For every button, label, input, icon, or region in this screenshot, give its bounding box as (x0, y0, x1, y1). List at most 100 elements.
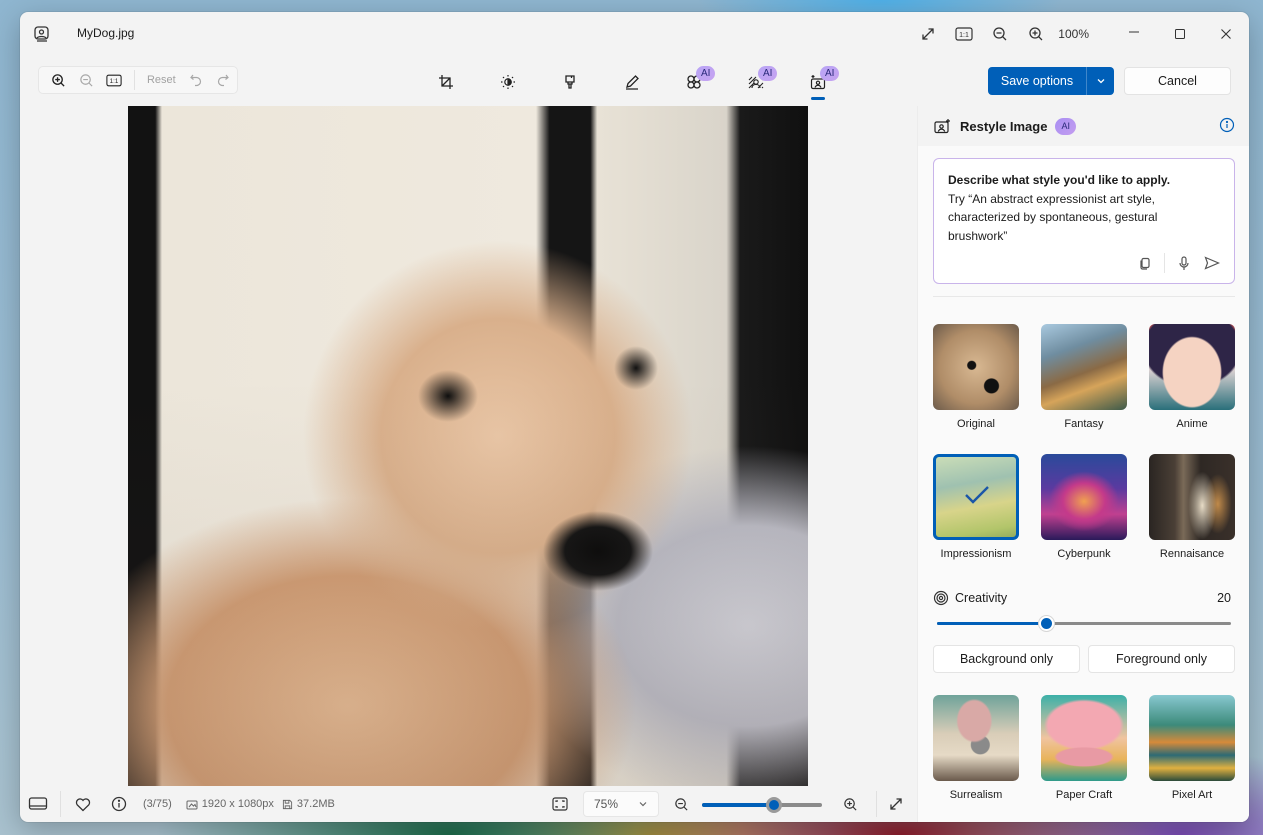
style-option-paper-craft[interactable]: Paper Craft (1041, 695, 1127, 803)
style-label: Cyberpunk (1057, 548, 1111, 560)
tool-generative-erase[interactable]: AI (663, 64, 725, 100)
status-zoom-out-button[interactable] (663, 786, 699, 822)
dimensions-icon (186, 800, 198, 810)
foreground-only-button[interactable]: Foreground only (1088, 645, 1235, 673)
style-grid: Surrealism Paper Craft Pixel Art (933, 695, 1235, 803)
maximize-icon (1175, 29, 1185, 39)
expand-button[interactable] (878, 786, 914, 822)
restyle-panel: Restyle Image AI Describe what style you… (917, 106, 1249, 822)
voice-input-button[interactable] (1172, 251, 1196, 275)
minimize-icon (1129, 31, 1139, 33)
undo-icon (189, 74, 201, 87)
crop-icon (439, 75, 453, 89)
cancel-button[interactable]: Cancel (1124, 67, 1231, 95)
full-screen-button[interactable] (910, 18, 946, 50)
background-only-button[interactable]: Background only (933, 645, 1080, 673)
style-option-pixel-art[interactable]: Pixel Art (1149, 695, 1235, 803)
tool-markup[interactable] (601, 64, 663, 100)
creativity-slider[interactable] (937, 616, 1231, 631)
send-prompt-button[interactable] (1200, 251, 1224, 275)
ai-badge: AI (758, 66, 778, 81)
save-options-dropdown-button[interactable] (1086, 67, 1114, 95)
brightness-icon (501, 75, 515, 89)
prompt-gallery-button[interactable] (1133, 251, 1157, 275)
style-option-fantasy[interactable]: Fantasy (1041, 324, 1127, 432)
zoom-level-dropdown[interactable]: 75% (583, 791, 659, 817)
microphone-icon (1179, 255, 1189, 270)
canvas-actual-size-button[interactable]: 1:1 (100, 68, 128, 92)
style-option-original[interactable]: Original (933, 324, 1019, 432)
style-option-impressionism[interactable]: Impressionism (933, 454, 1019, 562)
fit-to-window-button[interactable] (542, 786, 578, 822)
tool-filters[interactable] (539, 64, 601, 100)
canvas-zoom-out-button[interactable] (73, 68, 101, 92)
file-size-item: 37.2MB (282, 798, 335, 810)
canvas-zoom-in-button[interactable] (45, 68, 73, 92)
style-thumbnail (1149, 454, 1235, 540)
creativity-slider-thumb[interactable] (1038, 616, 1054, 631)
canvas-zoom-controls: 1:1 Reset (38, 66, 238, 94)
creativity-slider-fill (937, 622, 1046, 625)
style-prompt-input[interactable]: Describe what style you'd like to apply.… (933, 158, 1235, 284)
zoom-in-icon (1029, 27, 1043, 41)
tool-background-blur[interactable]: AI (725, 64, 787, 100)
zoom-in-icon (52, 73, 65, 87)
expand-arrows-icon (922, 28, 934, 40)
send-icon (1204, 256, 1220, 270)
photos-app-window: MyDog.jpg 1:1 100% 1:1 Reset AI AI AI Sa… (20, 12, 1249, 822)
heart-icon (75, 797, 91, 811)
style-thumbnail (1041, 695, 1127, 781)
actual-size-button[interactable]: 1:1 (946, 18, 982, 50)
maximize-button[interactable] (1157, 18, 1203, 50)
prompt-heading: Describe what style you'd like to apply. (948, 173, 1171, 187)
tool-adjust[interactable] (477, 64, 539, 100)
redo-button[interactable] (209, 68, 237, 92)
save-options-button[interactable]: Save options (988, 67, 1086, 95)
style-option-surrealism[interactable]: Surrealism (933, 695, 1019, 803)
zoom-slider-thumb[interactable] (766, 797, 782, 813)
target-icon (933, 590, 949, 606)
style-label: Anime (1176, 418, 1208, 430)
image-position: (3/75) (143, 798, 172, 810)
creativity-row: Creativity 20 (933, 588, 1235, 608)
style-thumbnail (1041, 324, 1127, 410)
undo-button[interactable] (182, 68, 210, 92)
close-button[interactable] (1203, 18, 1249, 50)
zoom-out-icon (993, 27, 1007, 41)
style-option-anime[interactable]: Anime (1149, 324, 1235, 432)
favorite-button[interactable] (65, 786, 101, 822)
save-disk-icon (282, 799, 293, 809)
separator (60, 791, 61, 817)
zoom-out-icon (674, 797, 688, 811)
style-thumbnail-selected (933, 454, 1019, 540)
filmstrip-button[interactable] (20, 786, 56, 822)
zoom-in-button[interactable] (1018, 18, 1054, 50)
zoom-out-button[interactable] (982, 18, 1018, 50)
style-label: Rennaisance (1159, 548, 1225, 560)
title-bar: MyDog.jpg 1:1 100% (20, 12, 1249, 56)
style-option-cyberpunk[interactable]: Cyberpunk (1041, 454, 1127, 562)
reset-button[interactable]: Reset (141, 74, 182, 86)
style-thumbnail (1149, 324, 1235, 410)
status-zoom-in-button[interactable] (832, 786, 868, 822)
restyle-info-button[interactable] (1219, 117, 1237, 135)
style-option-renaissance[interactable]: Rennaisance (1149, 454, 1235, 562)
style-thumbnail (933, 695, 1019, 781)
minimize-button[interactable] (1111, 18, 1157, 50)
image-canvas[interactable] (20, 106, 917, 786)
style-label: Fantasy (1064, 418, 1104, 430)
style-label: Pixel Art (1171, 789, 1213, 801)
zoom-slider[interactable] (702, 797, 822, 813)
one-to-one-icon: 1:1 (955, 27, 973, 41)
tool-restyle-image[interactable]: AI (787, 64, 849, 100)
prompt-placeholder: Try “An abstract expressionist art style… (948, 191, 1158, 243)
filmstrip-icon (28, 797, 48, 810)
chevron-down-icon (1097, 79, 1104, 84)
file-info-button[interactable] (101, 786, 137, 822)
zoom-in-icon (843, 797, 857, 811)
panel-header: Restyle Image AI (918, 106, 1249, 146)
photo-shading (128, 106, 808, 786)
tool-crop[interactable] (415, 64, 477, 100)
expand-arrows-icon (890, 798, 902, 810)
edit-toolbar: 1:1 Reset AI AI AI Save options Cancel (20, 56, 1249, 106)
